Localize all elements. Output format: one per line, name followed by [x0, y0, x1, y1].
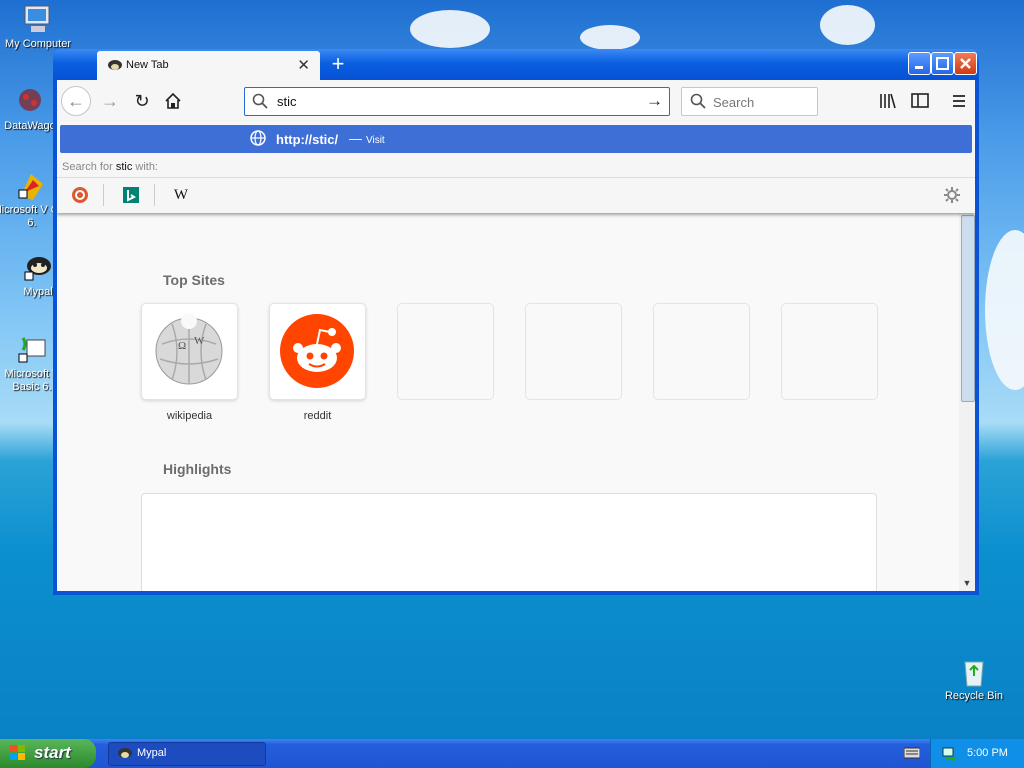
- search-engine-row: W: [57, 177, 975, 214]
- svg-text:W: W: [194, 335, 205, 347]
- maximize-icon: [936, 57, 949, 70]
- cloud: [410, 10, 490, 48]
- cloud: [820, 5, 875, 45]
- browser-window: New Tab ✕ + ← → ↻ stic → Search http://s…: [53, 49, 979, 595]
- recycle-bin-icon: [957, 656, 991, 688]
- mypal-favicon-icon: [107, 59, 123, 72]
- scrollbar-thumb[interactable]: [961, 215, 975, 402]
- search-settings-icon[interactable]: [941, 184, 963, 206]
- new-tab-button[interactable]: +: [323, 52, 353, 78]
- top-site-label: wikipedia: [166, 410, 213, 422]
- close-tab-icon[interactable]: ✕: [297, 56, 310, 74]
- separator: [154, 184, 155, 206]
- computer-icon: [21, 4, 55, 36]
- home-button[interactable]: [160, 88, 186, 114]
- bing-icon[interactable]: [120, 184, 142, 206]
- highlights-panel: [141, 493, 877, 591]
- system-tray: 5:00 PM: [930, 739, 1024, 768]
- taskbar-item-mypal[interactable]: Mypal: [108, 742, 266, 766]
- top-site-tile-wikipedia[interactable]: Ω W: [141, 303, 238, 400]
- go-arrow-icon[interactable]: →: [646, 91, 663, 111]
- maximize-button[interactable]: [931, 52, 954, 75]
- start-label: start: [34, 743, 71, 762]
- search-icon: [690, 93, 706, 112]
- top-sites-title: Top Sites: [163, 272, 225, 288]
- minimize-button[interactable]: [908, 52, 931, 75]
- datawagon-icon: [13, 86, 47, 118]
- top-site-tile-empty: [781, 303, 878, 400]
- home-icon: [165, 92, 181, 109]
- browser-client: ← → ↻ stic → Search http://stic/ — Visit…: [57, 80, 975, 591]
- top-site-label: reddit: [303, 410, 332, 422]
- clock[interactable]: 5:00 PM: [967, 747, 1008, 759]
- url-autocomplete-popup: http://stic/ — Visit Search for stic wit…: [57, 121, 975, 213]
- search-bar[interactable]: Search: [681, 87, 818, 116]
- autocomplete-url: http://stic/: [276, 132, 339, 147]
- windows-flag-icon: [10, 745, 26, 761]
- top-site-tile-empty: [397, 303, 494, 400]
- autocomplete-action: Visit: [366, 135, 385, 146]
- url-input[interactable]: stic: [277, 94, 297, 109]
- separator: [103, 184, 104, 206]
- tab-new-tab[interactable]: New Tab ✕: [97, 51, 320, 80]
- vcpp-icon: [15, 170, 49, 202]
- reload-icon: ↻: [134, 91, 150, 111]
- cloud: [580, 25, 640, 50]
- taskbar: start Mypal 5:00 PM: [0, 739, 1024, 768]
- desktop-icon-my-computer[interactable]: My Computer: [0, 4, 78, 51]
- wikipedia-globe-icon: Ω W: [155, 313, 223, 385]
- globe-icon: [250, 130, 266, 151]
- duckduckgo-icon[interactable]: [69, 184, 91, 206]
- taskbar-item-label: Mypal: [137, 747, 167, 759]
- sidebar-button[interactable]: [907, 88, 933, 114]
- close-icon: [960, 58, 971, 69]
- library-icon: [880, 93, 896, 109]
- mypal-icon: [21, 252, 55, 284]
- cloud: [985, 230, 1024, 390]
- forward-button[interactable]: →: [97, 88, 123, 114]
- reddit-icon: [280, 314, 354, 388]
- scroll-down-arrow-icon[interactable]: ▼: [961, 577, 973, 589]
- autocomplete-dash: —: [349, 131, 362, 146]
- reload-button[interactable]: ↻: [129, 88, 155, 114]
- top-site-tile-reddit[interactable]: [269, 303, 366, 400]
- search-with-label: Search for stic with:: [62, 161, 158, 173]
- tab-title: New Tab: [126, 59, 169, 71]
- mypal-icon: [117, 747, 133, 763]
- svg-text:Ω: Ω: [178, 340, 186, 352]
- autocomplete-row-visit[interactable]: http://stic/ — Visit: [60, 125, 972, 153]
- new-tab-page: Top Sites Ω W wikipedia reddit Highlight…: [57, 213, 975, 591]
- vertical-scrollbar[interactable]: ▼: [959, 213, 975, 591]
- sidebar-icon: [911, 93, 929, 108]
- navigation-toolbar: ← → ↻ stic → Search: [57, 80, 975, 121]
- top-site-tile-empty: [525, 303, 622, 400]
- close-button[interactable]: [954, 52, 977, 75]
- start-button[interactable]: start: [0, 739, 96, 768]
- desktop-icon-recycle-bin[interactable]: Recycle Bin: [934, 656, 1014, 703]
- menu-button[interactable]: [946, 88, 972, 114]
- search-icon: [252, 93, 268, 112]
- back-button[interactable]: ←: [61, 86, 91, 116]
- vb-icon: [15, 334, 49, 366]
- forward-arrow-icon: →: [101, 91, 119, 111]
- back-arrow-icon: ←: [67, 91, 85, 111]
- network-icon[interactable]: [941, 746, 957, 765]
- url-bar[interactable]: stic →: [244, 87, 670, 116]
- keyboard-icon[interactable]: [903, 747, 921, 762]
- title-bar[interactable]: New Tab ✕ +: [53, 49, 979, 80]
- wikipedia-icon[interactable]: W: [170, 184, 192, 206]
- minimize-icon: [915, 66, 923, 69]
- top-site-tile-empty: [653, 303, 750, 400]
- highlights-title: Highlights: [163, 461, 232, 477]
- library-button[interactable]: [875, 88, 901, 114]
- hamburger-menu-icon: [953, 95, 965, 107]
- search-placeholder[interactable]: Search: [713, 95, 754, 110]
